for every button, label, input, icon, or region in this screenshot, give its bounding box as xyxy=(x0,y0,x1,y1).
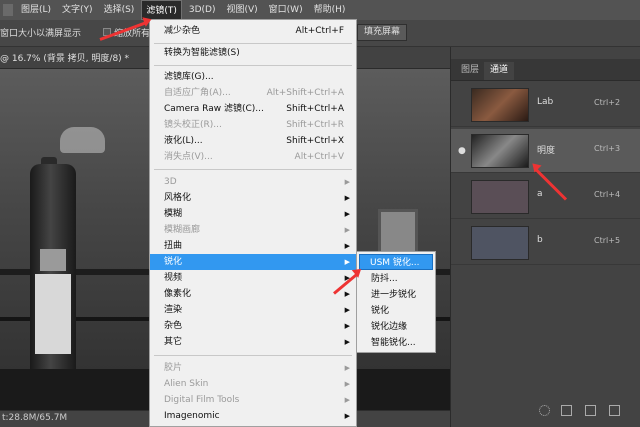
channel-name: a xyxy=(537,189,543,199)
menu-item-lens-correction: 镜头校正(R)... Shift+Ctrl+R xyxy=(164,120,344,130)
menu-separator xyxy=(154,355,352,356)
save-selection-icon[interactable] xyxy=(561,405,572,416)
channel-shortcut: Ctrl+5 xyxy=(594,236,621,245)
menu-item-distort[interactable]: 扭曲 ▶ xyxy=(150,238,356,254)
menu-separator xyxy=(154,65,352,66)
channel-b[interactable]: b Ctrl+5 xyxy=(451,221,640,265)
load-selection-icon[interactable] xyxy=(539,405,550,416)
menu-item-sharpen-more[interactable]: 进一步锐化 xyxy=(357,287,435,303)
channel-name: Lab xyxy=(537,97,554,107)
menu-layer[interactable]: 图层(L) xyxy=(17,0,55,20)
fit-window-label[interactable]: 窗口大小以满屏显示 xyxy=(0,26,81,39)
menu-item-digital-film-tools: Digital Film Tools ▶ xyxy=(150,392,356,408)
lamp xyxy=(60,127,105,153)
eye-icon[interactable]: ● xyxy=(458,146,468,156)
menu-item-adaptive-wide: 自适应广角(A)... Alt+Shift+Ctrl+A xyxy=(164,88,344,98)
photo-frame xyxy=(378,209,418,254)
fill-screen-button[interactable]: 填充屏幕 xyxy=(357,24,408,41)
channel-thumb xyxy=(471,180,529,214)
channel-thumb xyxy=(471,226,529,260)
panel-tabs: 图层 通道 xyxy=(451,59,640,81)
menu-help[interactable]: 帮助(H) xyxy=(310,0,350,20)
sharpen-submenu: USM 锐化... 防抖... 进一步锐化 锐化 锐化边缘 智能锐化... xyxy=(356,251,436,353)
submenu-arrow-icon: ▶ xyxy=(344,290,350,298)
channels-panel: 图层 通道 Lab Ctrl+2 ● 明度 Ctrl+3 a Ctrl+4 b … xyxy=(450,47,640,427)
tab-layers[interactable]: 图层 xyxy=(455,62,485,80)
menu-item-sharpen[interactable]: 锐化 ▶ xyxy=(150,254,356,270)
menu-item-vanishing-point: 消失点(V)... Alt+Ctrl+V xyxy=(164,152,344,162)
submenu-arrow-icon: ▶ xyxy=(344,226,350,234)
doc-size: t:28.8M/65.7M xyxy=(2,413,68,423)
menu-item-video[interactable]: 视频 ▶ xyxy=(150,270,356,286)
submenu-arrow-icon: ▶ xyxy=(344,194,350,202)
bottle-label xyxy=(35,274,71,354)
menu-item-render[interactable]: 渲染 ▶ xyxy=(150,302,356,318)
tab-channels[interactable]: 通道 xyxy=(484,62,515,80)
channel-shortcut: Ctrl+4 xyxy=(594,190,621,199)
channel-lightness[interactable]: ● 明度 Ctrl+3 xyxy=(451,129,640,173)
menu-separator xyxy=(154,43,352,44)
new-channel-icon[interactable] xyxy=(585,405,596,416)
menu-3d[interactable]: 3D(D) xyxy=(185,0,220,20)
menu-window[interactable]: 窗口(W) xyxy=(265,0,307,20)
menu-item-stylize[interactable]: 风格化 ▶ xyxy=(150,190,356,206)
submenu-arrow-icon: ▶ xyxy=(344,178,350,186)
menu-item-blur[interactable]: 模糊 ▶ xyxy=(150,206,356,222)
submenu-arrow-icon: ▶ xyxy=(344,306,350,314)
panel-footer xyxy=(451,400,640,422)
app-icon xyxy=(3,4,13,16)
menu-item-filter-gallery[interactable]: 滤镜库(G)... xyxy=(150,69,356,85)
submenu-arrow-icon: ▶ xyxy=(344,380,350,388)
menu-item-smart-filter[interactable]: 转换为智能滤镜(S) xyxy=(150,45,356,61)
submenu-arrow-icon: ▶ xyxy=(344,322,350,330)
channel-thumb xyxy=(471,88,529,122)
channel-lab[interactable]: Lab Ctrl+2 xyxy=(451,83,640,127)
submenu-arrow-icon: ▶ xyxy=(344,364,350,372)
menu-separator xyxy=(154,169,352,170)
menu-item-other[interactable]: 其它 ▶ xyxy=(150,334,356,350)
document-title: @ 16.7% (背景 拷贝, 明度/8) * xyxy=(0,54,130,64)
menu-item-imagenomic[interactable]: Imagenomic ▶ xyxy=(150,408,356,424)
trash-icon[interactable] xyxy=(609,405,620,416)
menu-bar: 图层(L) 文字(Y) 选择(S) 滤镜(T) 3D(D) 视图(V) 窗口(W… xyxy=(0,0,640,20)
menu-item-3d: 3D ▶ xyxy=(150,174,356,190)
channel-shortcut: Ctrl+2 xyxy=(594,98,621,107)
menu-type[interactable]: 文字(Y) xyxy=(58,0,97,20)
channel-thumb xyxy=(471,134,529,168)
menu-item-alien-skin: Alien Skin ▶ xyxy=(150,376,356,392)
menu-item-sharpen-edges[interactable]: 锐化边缘 xyxy=(357,319,435,335)
menu-item-noise[interactable]: 杂色 ▶ xyxy=(150,318,356,334)
menu-item-blur-gallery: 模糊画廊 ▶ xyxy=(150,222,356,238)
filter-menu: 减少杂色 Alt+Ctrl+F 转换为智能滤镜(S) 滤镜库(G)... 自适应… xyxy=(149,19,357,427)
menu-item-film: 胶片 ▶ xyxy=(150,360,356,376)
channel-shortcut: Ctrl+3 xyxy=(594,144,621,153)
menu-item-sharpen-basic[interactable]: 锐化 xyxy=(357,303,435,319)
submenu-arrow-icon: ▶ xyxy=(344,210,350,218)
bottle-label-top xyxy=(40,249,66,271)
submenu-arrow-icon: ▶ xyxy=(344,412,350,420)
channel-name: 明度 xyxy=(537,146,556,156)
submenu-arrow-icon: ▶ xyxy=(344,338,350,346)
menu-item-liquify[interactable]: 液化(L)... Shift+Ctrl+X xyxy=(150,133,356,149)
menu-item-reduce-noise[interactable]: 减少杂色 Alt+Ctrl+F xyxy=(150,23,356,39)
menu-item-shake-reduction[interactable]: 防抖... xyxy=(357,271,435,287)
menu-item-pixelate[interactable]: 像素化 ▶ xyxy=(150,286,356,302)
menu-view[interactable]: 视图(V) xyxy=(222,0,261,20)
menu-select[interactable]: 选择(S) xyxy=(100,0,139,20)
menu-item-camera-raw[interactable]: Camera Raw 滤镜(C)... Shift+Ctrl+A xyxy=(150,101,356,117)
submenu-arrow-icon: ▶ xyxy=(344,396,350,404)
menu-item-usm-sharpen[interactable]: USM 锐化... xyxy=(359,254,433,270)
channel-name: b xyxy=(537,235,543,245)
submenu-arrow-icon: ▶ xyxy=(344,242,350,250)
submenu-arrow-icon: ▶ xyxy=(344,258,350,266)
menu-item-smart-sharpen[interactable]: 智能锐化... xyxy=(357,335,435,351)
